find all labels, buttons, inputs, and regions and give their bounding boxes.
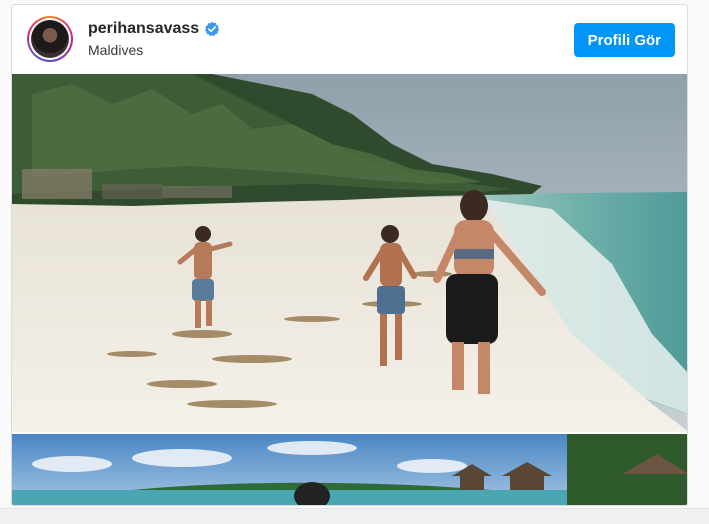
view-profile-button[interactable]: Profili Gör [573, 23, 675, 57]
username-link[interactable]: perihansavass [88, 20, 199, 38]
avatar-image [31, 20, 69, 58]
location-link[interactable]: Maldives [88, 42, 220, 58]
post-header: perihansavass Maldives Profili Gör [12, 5, 687, 73]
beach-photo[interactable] [12, 74, 687, 432]
verified-badge-icon [204, 21, 220, 37]
avatar[interactable] [27, 16, 73, 62]
user-block: perihansavass Maldives [88, 20, 220, 58]
username-row: perihansavass [88, 20, 220, 38]
next-card-edge [0, 508, 709, 524]
avatar-inner [29, 18, 71, 60]
instagram-post-card: perihansavass Maldives Profili Gör [11, 4, 688, 506]
page: perihansavass Maldives Profili Gör [0, 0, 709, 524]
resort-photo[interactable] [12, 434, 687, 505]
